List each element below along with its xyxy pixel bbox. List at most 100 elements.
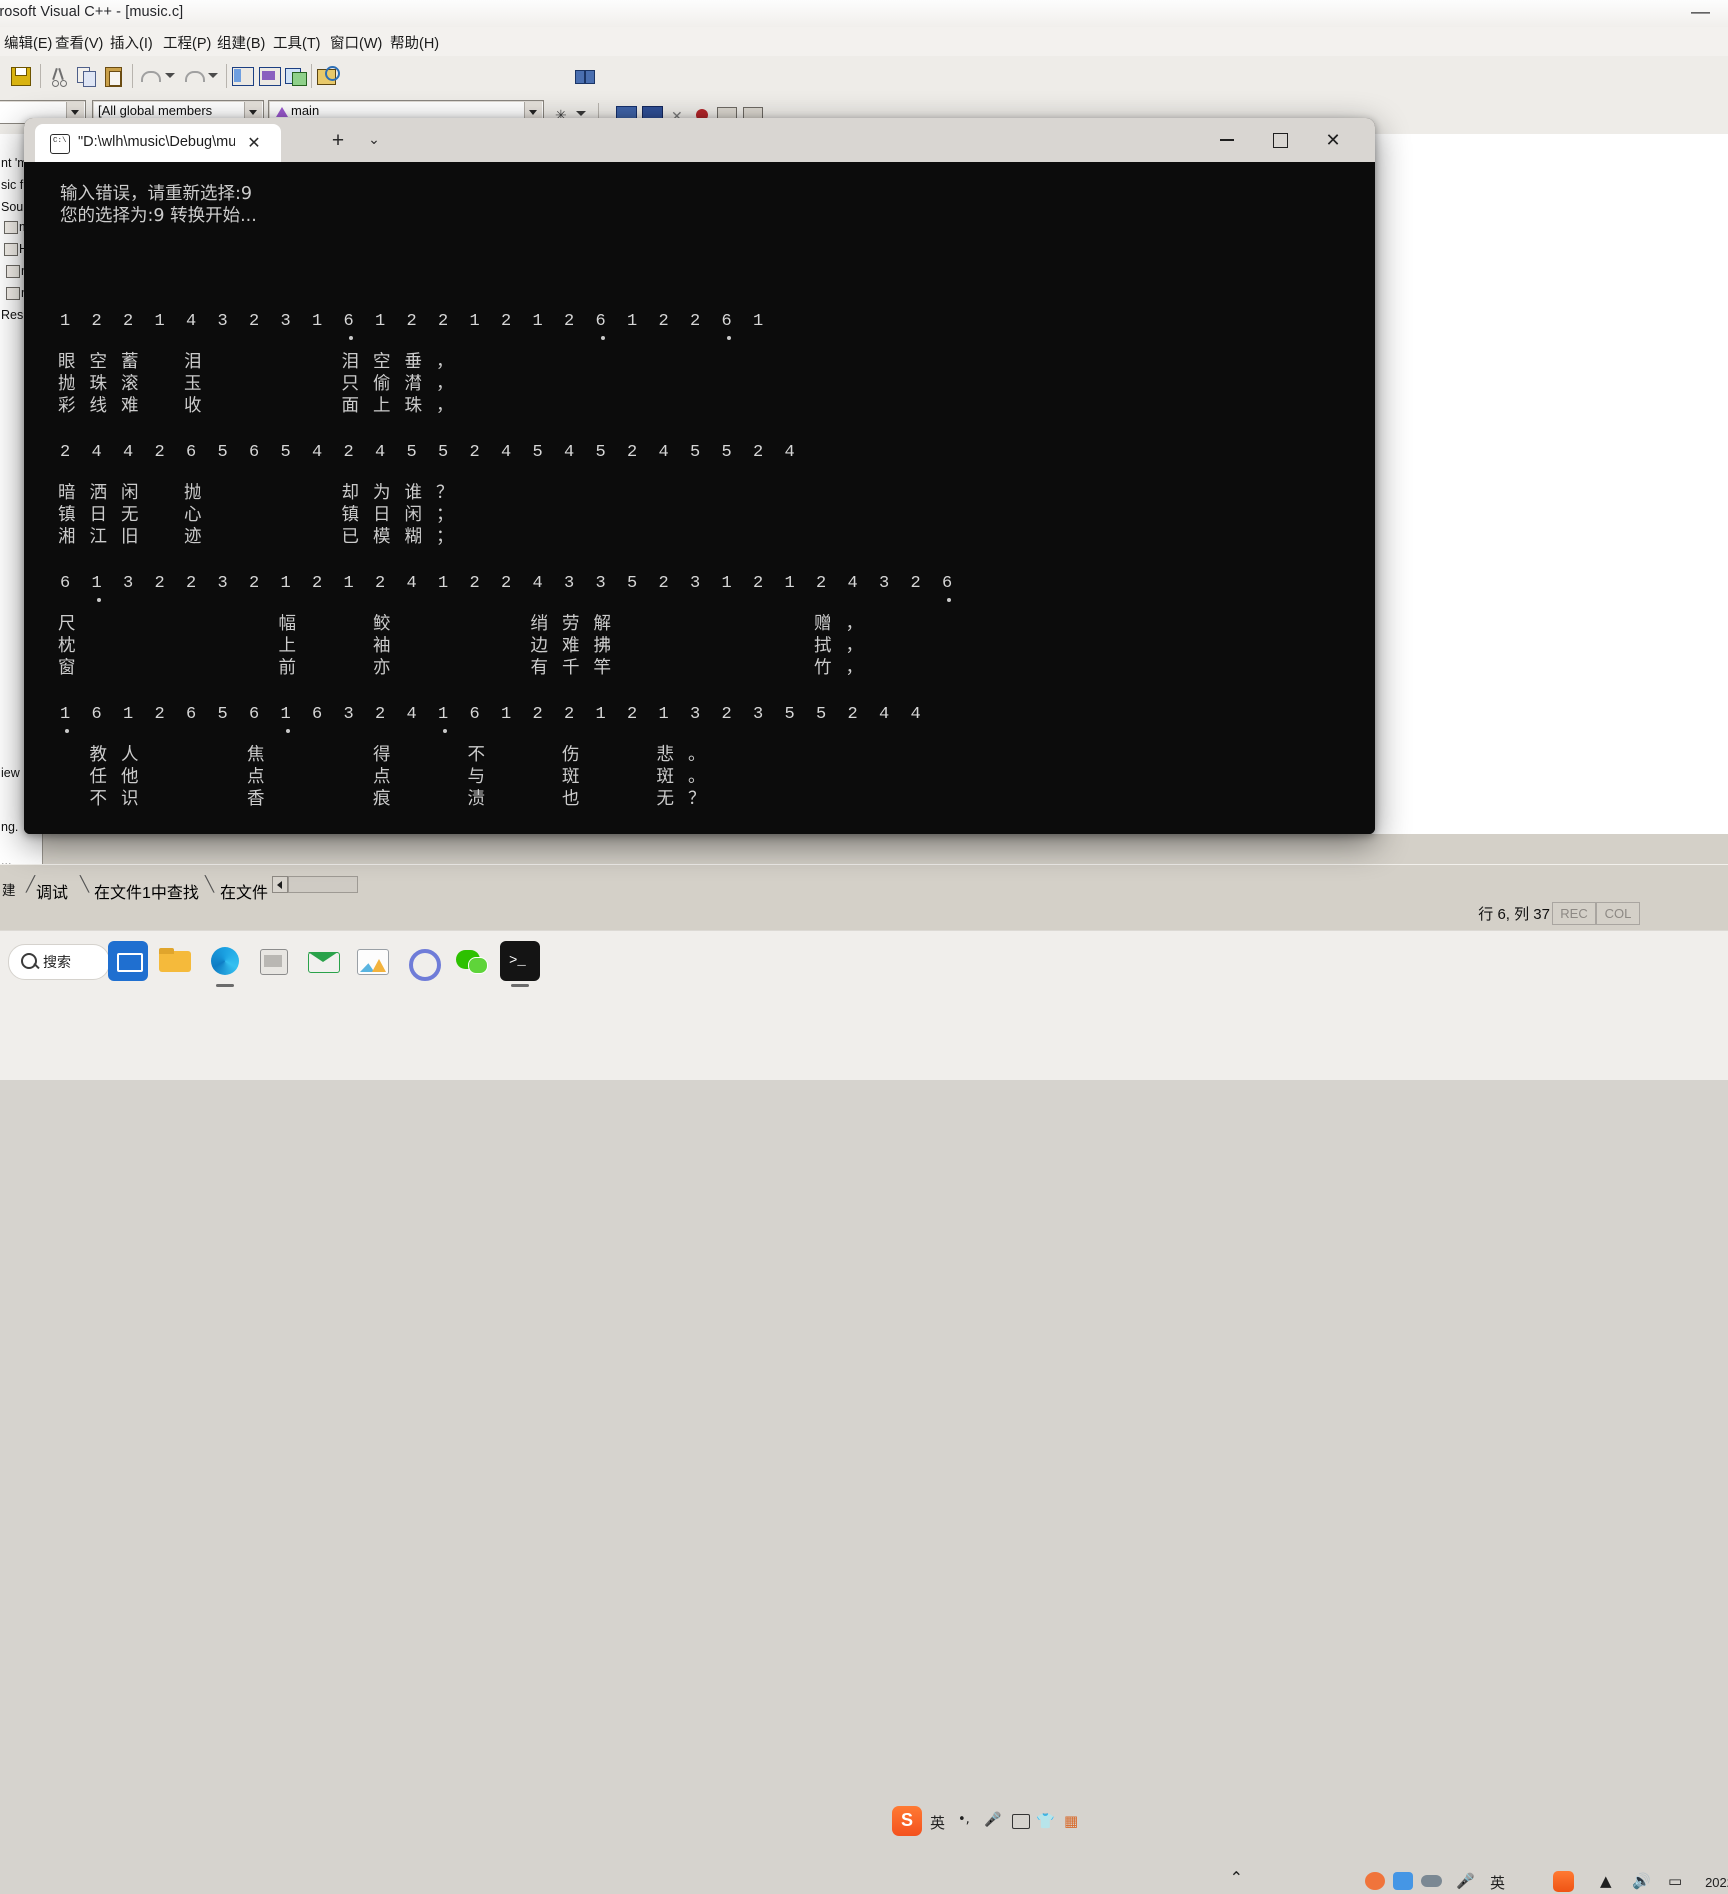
terminal-console-output[interactable]: 输入错误，请重新选择:9 您的选择为:9 转换开始... 1 2 2 1 4 3 2 3 1 6 1 2 2… [24,162,1375,834]
status-tab-find-in-files-1[interactable]: 在文件1中查找 [94,879,199,903]
lyric-character: ？ [688,789,706,809]
maximize-window-button[interactable] [1257,118,1303,162]
toolbar-separator-3 [226,64,227,88]
redo-dropdown-icon[interactable] [206,63,222,89]
show-hidden-icons-chevron-icon[interactable]: ⌃ [1230,1868,1243,1887]
lyric-character: 痕 [373,789,391,809]
status-col-indicator: COL [1596,902,1640,925]
notation-number: 2 [658,312,669,331]
sogou-ime-logo-icon[interactable] [892,1806,922,1836]
notation-number: 4 [784,443,795,462]
binoculars-icon[interactable] [573,63,599,89]
file-explorer-icon[interactable] [155,941,195,981]
redo-icon[interactable] [182,63,208,89]
lyric-character: 糊 [404,527,423,547]
undo-dropdown-icon[interactable] [163,63,179,89]
notation-number: 6 [469,705,480,724]
notation-number: 6 [60,574,71,593]
notation-number: 2 [753,574,764,593]
find-in-files-icon[interactable] [315,63,341,89]
status-tab-find-in-files[interactable]: 在文件 [220,879,268,903]
terminal-tab[interactable]: C:\ "D:\wlh\music\Debug\music.e ✕ [35,124,281,162]
mail-icon[interactable] [303,941,343,981]
output-window-icon[interactable] [257,63,283,89]
tab-divider: ╲ [205,876,215,893]
tray-microphone-icon[interactable]: 🎤 [1456,1872,1475,1890]
notation-number: 2 [501,312,512,331]
close-window-button[interactable]: ✕ [1310,118,1356,162]
ime-language-mode[interactable]: 英 [930,1812,945,1833]
menu-item-edit[interactable]: 编辑(E) [4,32,52,53]
octave-dot [443,729,447,733]
paste-icon[interactable] [101,63,127,89]
menu-item-build[interactable]: 组建(B) [217,32,265,53]
ime-emoji-icon[interactable]: •, [958,1812,970,1827]
taskbar-search-box[interactable]: 搜索 [8,944,110,980]
octave-dot [65,729,69,733]
close-tab-icon[interactable]: ✕ [243,133,265,155]
menu-item-insert[interactable]: 插入(I) [110,32,153,53]
output-horizontal-scrollbar[interactable] [288,876,358,893]
status-rec-indicator: REC [1552,902,1596,925]
folder-expand-icon[interactable] [4,221,18,234]
weixin-icon[interactable] [451,941,491,981]
tray-sogou-icon[interactable] [1553,1870,1577,1894]
lyric-character: 有 [530,658,549,678]
microsoft-edge-icon[interactable] [205,941,245,987]
file-icon [6,265,20,278]
save-icon[interactable] [8,63,34,89]
undo-icon[interactable] [138,63,164,89]
notation-number: 6 [942,574,953,593]
toggle-window-icon[interactable] [283,63,309,89]
ime-skin-icon[interactable]: 👕 [1036,1812,1055,1830]
minimize-window-button[interactable] [1204,118,1250,162]
output-scroll-left-button[interactable] [272,876,288,893]
workspace-tree-line[interactable]: Res [1,308,23,322]
workspace-window-icon[interactable] [230,63,256,89]
ime-toolbox-icon[interactable]: ▦ [1064,1812,1078,1830]
ime-keyboard-icon[interactable] [1012,1814,1030,1829]
microsoft-store-icon[interactable] [253,941,293,981]
photos-icon[interactable] [352,941,392,981]
notation-number: 4 [186,312,197,331]
notation-number: 2 [60,443,71,462]
lyric-character: 收 [184,396,202,416]
cut-icon[interactable] [46,63,72,89]
lyric-character: 湘 [58,527,76,547]
notation-number: 2 [721,705,732,724]
notation-number: 5 [217,705,228,724]
ime-toolbar[interactable]: 英 •, 🎤 👕 ▦ [888,1802,1088,1840]
windows-terminal-window[interactable]: C:\ "D:\wlh\music\Debug\music.e ✕ + ⌄ ✕ … [24,118,1375,834]
menu-item-help[interactable]: 帮助(H) [390,32,439,53]
terminal-title-bar[interactable]: C:\ "D:\wlh\music\Debug\music.e ✕ + ⌄ ✕ [24,118,1375,162]
ide-minimize-button[interactable]: — [1691,2,1710,24]
workspace-view-tab[interactable]: iew [1,766,20,780]
copy-icon[interactable] [74,63,100,89]
clock-text[interactable]: 2022 [1705,1875,1728,1890]
workspace-tree-line[interactable]: sic f [1,178,23,192]
wifi-icon[interactable]: ▲ [1600,1872,1612,1890]
chevron-down-icon[interactable]: ⌄ [362,131,386,151]
menu-item-view[interactable]: 查看(V) [55,32,103,53]
battery-icon[interactable]: ▭ [1668,1872,1682,1890]
volume-icon[interactable]: 🔊 [1632,1872,1651,1890]
notation-number: 3 [595,574,606,593]
menu-item-tools[interactable]: 工具(T) [273,32,321,53]
menu-item-window[interactable]: 窗口(W) [330,32,382,53]
tray-app-icon[interactable] [1365,1870,1389,1894]
status-tab-debug[interactable]: 调试 [36,879,68,903]
menu-item-project[interactable]: 工程(P) [163,32,211,53]
tray-browser-icon[interactable] [1393,1870,1417,1894]
lyric-character: 竹 [814,658,832,678]
notation-number: 2 [627,443,638,462]
taskview-icon[interactable] [108,941,148,981]
settings-gear-icon[interactable] [401,941,441,981]
tray-language-indicator[interactable]: 英 [1490,1872,1505,1893]
lyric-character: 线 [89,396,108,416]
tray-cloud-icon[interactable] [1421,1870,1445,1894]
terminal-taskbar-icon[interactable]: >_ [500,941,540,987]
ime-microphone-icon[interactable]: 🎤 [984,1812,1001,1828]
function-combo-value: main [291,103,320,118]
status-build-tab[interactable]: 建 [2,879,16,899]
new-tab-icon[interactable]: + [326,129,350,153]
